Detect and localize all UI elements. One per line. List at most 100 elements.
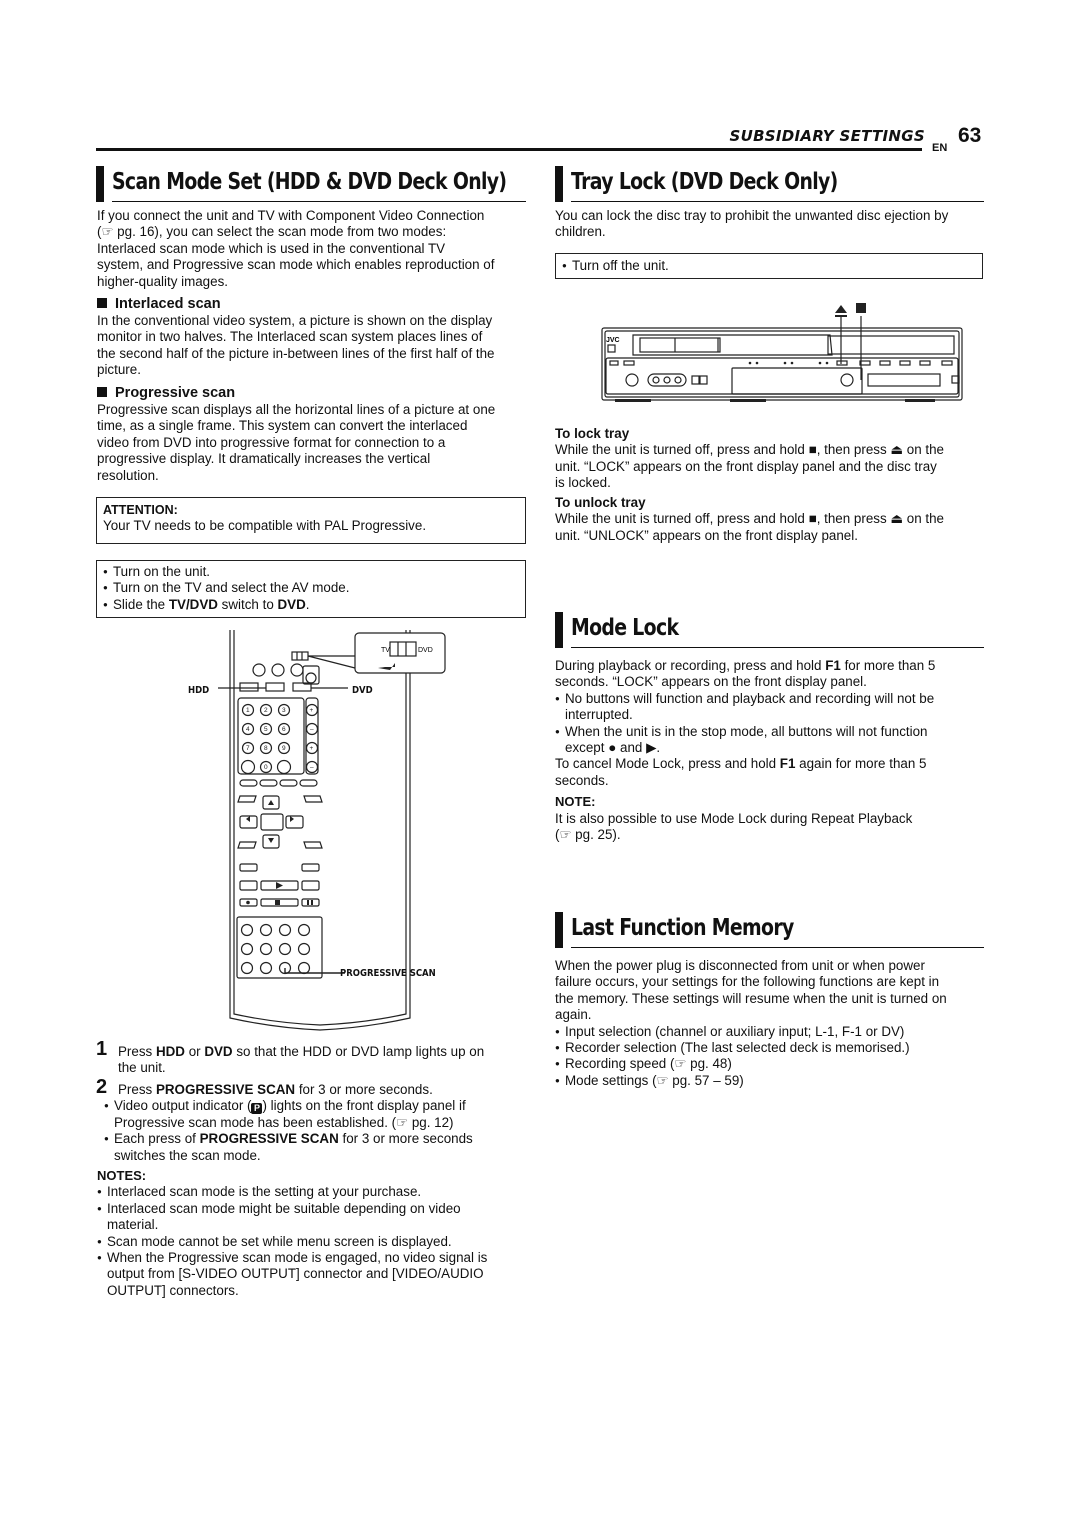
text-line: picture. (97, 362, 141, 378)
recorder-front-panel-diagram: JVC (601, 303, 963, 402)
text: and (616, 740, 647, 756)
heading-underline (571, 647, 984, 648)
bold-text: HDD (155, 1044, 185, 1059)
prep-item: Turn on the TV and select the AV mode. (103, 580, 519, 597)
stop-icon (856, 303, 866, 313)
text-line: higher-quality images. (97, 273, 228, 289)
bold-text: F1 (825, 658, 841, 673)
note-item: Interlaced scan mode might be suitable d… (97, 1201, 527, 1234)
text-line: progressive display. It dramatically inc… (97, 451, 431, 467)
section-title: Scan Mode Set (HDD & DVD Deck Only) (112, 169, 507, 195)
unlock-heading: To unlock tray (555, 495, 646, 510)
eject-icon (835, 305, 847, 313)
step-number: 1 (96, 1038, 108, 1060)
text: for 3 or more seconds. (295, 1082, 433, 1097)
language-label: EN (932, 142, 948, 154)
text-line: again. (555, 1007, 592, 1023)
text-line: children. (555, 224, 606, 240)
svg-text:0: 0 (264, 764, 268, 771)
text-line: You can lock the disc tray to prohibit t… (555, 208, 949, 223)
square-bullet-icon (97, 298, 107, 308)
deck-buttons (867, 373, 941, 387)
function-keys (240, 923, 311, 975)
text: To cancel Mode Lock, press and hold (555, 756, 780, 772)
scan-mode-intro: If you connect the unit and TV with Comp… (97, 208, 527, 290)
text-line: is locked. (555, 475, 611, 491)
attention-text: Your TV needs to be compatible with PAL … (103, 518, 427, 534)
text: OUTPUT] connectors. (107, 1282, 239, 1298)
text-line: unit. “LOCK” appears on the front displa… (555, 458, 937, 474)
text: output from [S-VIDEO OUTPUT] connector a… (107, 1266, 484, 1282)
text-line: unit. “UNLOCK” appears on the front disp… (555, 527, 858, 543)
progressive-scan-block: Progressive scan Progressive scan displa… (97, 384, 527, 484)
text: on the (903, 511, 944, 527)
stop-icon: ■ (808, 442, 817, 458)
bold-text: TV/DVD (168, 596, 218, 612)
section-title: Last Function Memory (571, 915, 794, 941)
text: material. (107, 1217, 159, 1233)
square-bullet-icon (97, 387, 107, 397)
memory-item: Mode settings (☞ pg. 57 – 59) (555, 1073, 985, 1090)
svg-text:9: 9 (282, 745, 286, 752)
heading-bar (96, 166, 104, 202)
section-heading-last-function-memory: Last Function Memory (555, 912, 985, 948)
text-line: system, and Progressive scan mode which … (97, 257, 495, 273)
step-bullet: Each press of PROGRESSIVE SCAN for 3 or … (104, 1131, 526, 1164)
svg-text:3: 3 (282, 707, 286, 714)
text: While the unit is turned off, press and … (555, 442, 809, 458)
running-header-title: SUBSIDIARY SETTINGS (729, 127, 925, 145)
notes-title: NOTES: (97, 1168, 147, 1183)
header-rule (96, 148, 922, 151)
prep-item: Turn on the unit. (103, 564, 519, 581)
heading-bar (555, 612, 563, 648)
text: for 3 or more seconds (338, 1131, 473, 1147)
step-text: the unit. (118, 1060, 166, 1076)
text-line: During playback or recording, press and … (555, 658, 985, 674)
svg-text:4: 4 (246, 726, 250, 733)
progressive-scan-label: PROGRESSIVE SCAN (340, 968, 436, 979)
memory-item: Recording speed (☞ pg. 48) (555, 1056, 985, 1073)
eject-icon: ⏏ (890, 511, 904, 527)
subheading-interlaced: Interlaced scan (97, 295, 527, 313)
text-line: video from DVD into progressive format f… (97, 434, 446, 450)
dvd-label: DVD (352, 685, 373, 696)
text: on the (903, 442, 944, 458)
text: switches the scan mode. (114, 1147, 261, 1163)
text-line: (☞ pg. 25). (555, 827, 621, 843)
bold-text: DVD (277, 596, 306, 612)
front-display-panel (731, 367, 863, 395)
step-number: 2 (96, 1076, 108, 1098)
heading-underline (571, 947, 984, 948)
top-button-row (609, 360, 953, 366)
bold-text: DVD (204, 1044, 233, 1059)
last-function-body: When the power plug is disconnected from… (555, 958, 985, 1090)
text: While the unit is turned off, press and … (555, 511, 809, 527)
attention-box: ATTENTION: Your TV needs to be compatibl… (96, 497, 526, 544)
text: except (565, 740, 609, 756)
text: Slide the (113, 596, 169, 612)
note-item: When the Progressive scan mode is engage… (97, 1250, 527, 1299)
mode-lock-body: During playback or recording, press and … (555, 658, 985, 843)
text-line: failure occurs, your settings for the fo… (555, 974, 940, 990)
text-line: Progressive scan displays all the horizo… (97, 402, 496, 417)
svg-text:8: 8 (264, 745, 268, 752)
svg-text:+: + (310, 745, 314, 752)
text: ) lights on the front display panel if (262, 1098, 466, 1114)
text: interrupted. (565, 707, 633, 723)
text-line: If you connect the unit and TV with Comp… (97, 208, 485, 223)
section-heading-mode-lock: Mode Lock (555, 612, 985, 648)
text: . (656, 740, 661, 756)
note-item: Interlaced scan mode is the setting at y… (97, 1184, 527, 1201)
note-item: Scan mode cannot be set while menu scree… (97, 1234, 527, 1251)
subheading-text: Progressive scan (115, 385, 236, 401)
interlaced-scan-block: Interlaced scan In the conventional vide… (97, 295, 527, 379)
text: Interlaced scan mode might be suitable d… (107, 1200, 461, 1216)
text: Video output indicator ( (114, 1098, 252, 1114)
text-line: time, as a single frame. This system can… (97, 418, 468, 434)
svg-text:–: – (310, 764, 314, 771)
text-line: In the conventional video system, a pict… (97, 313, 493, 328)
bullet-item: When the unit is in the stop mode, all b… (555, 724, 985, 757)
text-line: To cancel Mode Lock, press and hold F1 a… (555, 756, 985, 772)
text-line: monitor in two halves. The Interlaced sc… (97, 329, 483, 345)
eject-icon: ⏏ (890, 442, 904, 458)
